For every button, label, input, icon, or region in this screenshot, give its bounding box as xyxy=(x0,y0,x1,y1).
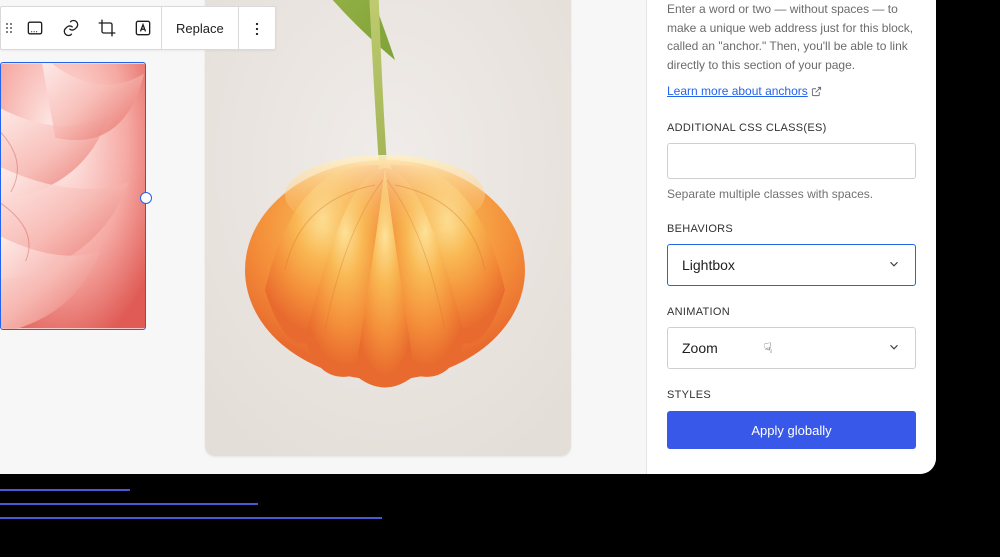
block-settings-sidebar: Enter a word or two — without spaces — t… xyxy=(646,0,936,474)
learn-more-anchors-link[interactable]: Learn more about anchors xyxy=(667,84,808,98)
progress-bar-3 xyxy=(0,517,382,519)
progress-bar-2 xyxy=(0,503,258,505)
animation-select[interactable]: Zoom ☟ xyxy=(667,327,916,369)
link-icon[interactable] xyxy=(53,6,89,50)
behaviors-select[interactable]: Lightbox xyxy=(667,244,916,286)
selected-thumbnail-block[interactable] xyxy=(0,62,146,330)
behaviors-value: Lightbox xyxy=(682,257,735,273)
external-link-icon xyxy=(811,86,822,97)
more-options-icon[interactable] xyxy=(239,7,275,51)
editor-canvas: Replace xyxy=(0,0,646,474)
apply-globally-button[interactable]: Apply globally xyxy=(667,411,916,449)
crop-icon[interactable] xyxy=(89,6,125,50)
animation-label: ANIMATION xyxy=(667,306,916,318)
drag-handle-icon[interactable] xyxy=(1,6,17,50)
replace-button[interactable]: Replace xyxy=(161,7,239,49)
css-classes-input[interactable] xyxy=(667,143,916,179)
caption-icon[interactable] xyxy=(17,6,53,50)
replace-button-label: Replace xyxy=(176,21,224,36)
editor-frame: Replace Enter a word or two — without sp… xyxy=(0,0,936,474)
cursor-pointer-icon: ☟ xyxy=(763,340,774,358)
main-image-block[interactable] xyxy=(205,0,571,456)
behaviors-label: BEHAVIORS xyxy=(667,223,916,235)
resize-handle-right[interactable] xyxy=(140,192,152,204)
block-toolbar: Replace xyxy=(0,6,276,50)
css-classes-label: ADDITIONAL CSS CLASS(ES) xyxy=(667,122,916,134)
css-classes-hint: Separate multiple classes with spaces. xyxy=(667,187,916,201)
apply-globally-label: Apply globally xyxy=(751,423,831,438)
chevron-down-icon xyxy=(887,340,901,357)
text-overlay-icon[interactable] xyxy=(125,6,161,50)
progress-bar-1 xyxy=(0,489,130,491)
anchor-help-text: Enter a word or two — without spaces — t… xyxy=(667,0,916,74)
animation-value: Zoom xyxy=(682,340,718,356)
tulip-image xyxy=(205,0,571,456)
chevron-down-icon xyxy=(887,257,901,274)
pink-flower-image xyxy=(1,63,145,329)
progress-bars xyxy=(0,489,382,531)
styles-label: STYLES xyxy=(667,389,916,401)
